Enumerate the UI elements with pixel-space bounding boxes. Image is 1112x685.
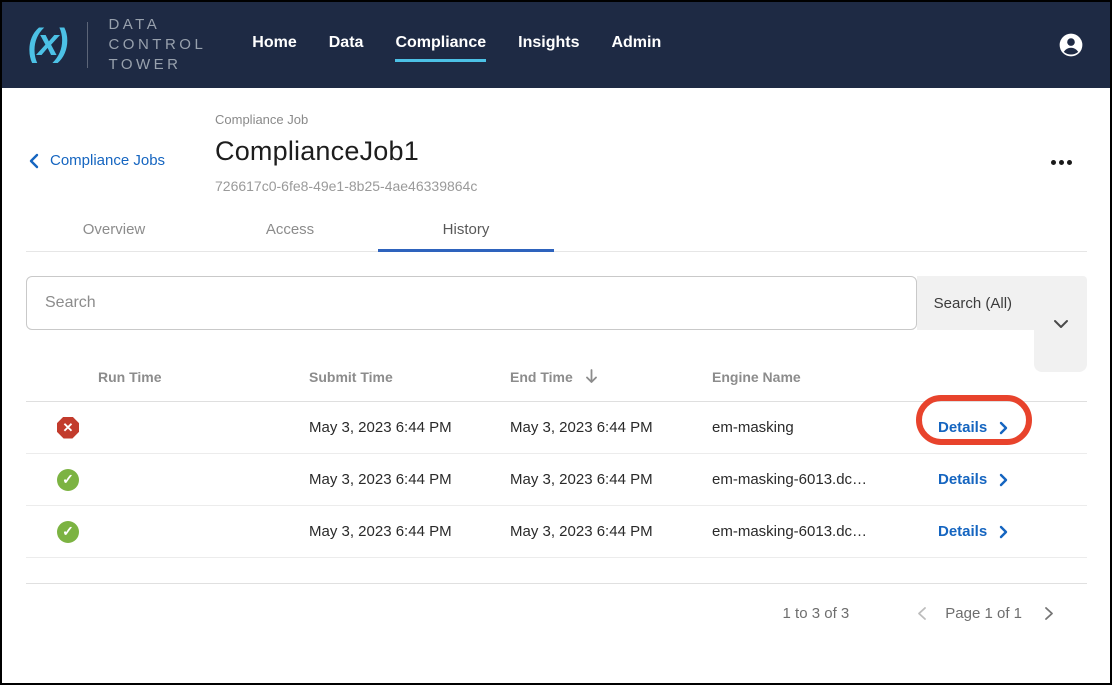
details-link[interactable]: Details (938, 471, 1008, 488)
nav-item-home[interactable]: Home (252, 28, 296, 62)
search-section: Search (All) (26, 276, 1087, 330)
pagination-page-label: Page 1 of 1 (945, 605, 1022, 622)
table-header-row: Run Time Submit Time End Time Engine Nam… (26, 352, 1087, 402)
engine-name-cell: em-masking-6013.dc… (712, 471, 914, 488)
search-scope-label: Search (All) (934, 295, 1012, 312)
search-expand-button[interactable] (1034, 330, 1087, 372)
tab-access[interactable]: Access (202, 210, 378, 252)
dct-logo-icon: (x) (28, 24, 65, 66)
table-footer-divider (26, 558, 1087, 584)
more-horizontal-icon (1051, 160, 1056, 165)
more-options-button[interactable] (1047, 156, 1076, 169)
tabs-bar: Overview Access History (26, 210, 1087, 252)
entity-type-label: Compliance Job (215, 112, 477, 127)
next-page-button[interactable] (1044, 606, 1054, 621)
search-scope-panel: Search (All) (917, 276, 1087, 330)
back-to-compliance-jobs-link[interactable]: Compliance Jobs (28, 152, 215, 169)
engine-name-cell: em-masking-6013.dc… (712, 523, 914, 540)
end-time-cell: May 3, 2023 6:44 PM (510, 523, 712, 540)
end-time-cell: May 3, 2023 6:44 PM (510, 471, 712, 488)
table-row: May 3, 2023 6:44 PM May 3, 2023 6:44 PM … (26, 506, 1087, 558)
search-input[interactable] (26, 276, 917, 330)
pagination-range-label: 1 to 3 of 3 (783, 605, 850, 622)
arrow-down-icon (585, 369, 598, 384)
previous-page-button[interactable] (917, 606, 927, 621)
column-header-submit-time[interactable]: Submit Time (309, 369, 510, 385)
tab-history[interactable]: History (378, 210, 554, 252)
chevron-left-icon (917, 606, 927, 621)
submit-time-cell: May 3, 2023 6:44 PM (309, 471, 510, 488)
top-navbar: (x) DATA CONTROL TOWER Home Data Complia… (2, 2, 1110, 88)
chevron-right-icon (999, 525, 1008, 539)
column-header-engine-name[interactable]: Engine Name (712, 369, 914, 385)
nav-item-data[interactable]: Data (329, 28, 364, 62)
history-table: Run Time Submit Time End Time Engine Nam… (26, 352, 1087, 558)
chevron-right-icon (999, 421, 1008, 435)
logo-divider (87, 22, 88, 68)
pagination-bar: 1 to 3 of 3 Page 1 of 1 (2, 584, 1110, 642)
page-header: Compliance Jobs Compliance Job Complianc… (2, 88, 1110, 194)
details-link[interactable]: Details (938, 419, 1008, 436)
primary-nav: Home Data Compliance Insights Admin (252, 28, 661, 62)
nav-item-admin[interactable]: Admin (611, 28, 661, 62)
status-success-icon (57, 469, 79, 491)
back-link-label: Compliance Jobs (50, 152, 165, 169)
details-link[interactable]: Details (938, 523, 1008, 540)
page-title: ComplianceJob1 (215, 136, 477, 167)
column-header-end-time[interactable]: End Time (510, 369, 712, 385)
nav-item-compliance[interactable]: Compliance (395, 28, 486, 62)
user-avatar-icon[interactable] (1058, 32, 1084, 58)
chevron-right-icon (1044, 606, 1054, 621)
nav-item-insights[interactable]: Insights (518, 28, 579, 62)
status-success-icon (57, 521, 79, 543)
end-time-cell: May 3, 2023 6:44 PM (510, 419, 712, 436)
chevron-right-icon (999, 473, 1008, 487)
chevron-left-icon (28, 153, 40, 169)
submit-time-cell: May 3, 2023 6:44 PM (309, 419, 510, 436)
column-header-run-time[interactable]: Run Time (98, 369, 309, 385)
chevron-down-icon[interactable] (1053, 316, 1069, 334)
submit-time-cell: May 3, 2023 6:44 PM (309, 523, 510, 540)
tab-overview[interactable]: Overview (26, 210, 202, 252)
logo-text: DATA CONTROL TOWER (108, 15, 206, 74)
status-failed-icon (57, 417, 79, 439)
title-block: Compliance Job ComplianceJob1 726617c0-6… (215, 112, 477, 194)
table-row: May 3, 2023 6:44 PM May 3, 2023 6:44 PM … (26, 454, 1087, 506)
engine-name-cell: em-masking (712, 419, 914, 436)
job-uuid: 726617c0-6fe8-49e1-8b25-4ae46339864c (215, 178, 477, 194)
table-row: May 3, 2023 6:44 PM May 3, 2023 6:44 PM … (26, 402, 1087, 454)
app-window: (x) DATA CONTROL TOWER Home Data Complia… (0, 0, 1112, 685)
